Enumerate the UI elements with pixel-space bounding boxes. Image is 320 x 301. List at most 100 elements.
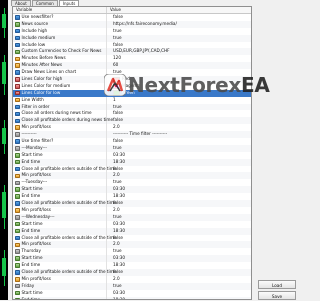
value-cell[interactable]: 03:30: [107, 152, 125, 159]
value-cell[interactable]: false: [107, 117, 123, 124]
table-row[interactable]: Close all profitable orders outside of t…: [13, 165, 251, 173]
save-button[interactable]: Save: [258, 291, 296, 300]
variable-name: Friday: [21, 282, 35, 288]
table-row[interactable]: Start time 03:30: [13, 255, 251, 263]
table-row[interactable]: Lines Color for medium Magenta: [13, 82, 251, 90]
value-cell[interactable]: 60: [107, 62, 118, 69]
value-cell[interactable]: 2.0: [107, 241, 120, 248]
value-cell[interactable]: 120: [107, 55, 121, 62]
value-cell[interactable]: 1: [107, 97, 116, 104]
value-cell[interactable]: true: [107, 214, 122, 221]
table-row[interactable]: ---Wednesday--- true: [13, 213, 251, 221]
value-cell[interactable]: Magenta: [107, 83, 140, 90]
bool-type-icon: [15, 111, 20, 117]
value-cell[interactable]: true: [107, 179, 122, 186]
table-row[interactable]: News source https://nfs.faireconomy.media…: [13, 20, 251, 28]
value-cell[interactable]: false: [107, 110, 123, 117]
value-cell[interactable]: 18:30: [107, 297, 125, 299]
table-row[interactable]: Include low false: [13, 41, 251, 49]
value-cell[interactable]: true: [107, 28, 122, 35]
table-row[interactable]: Close all profitable orders outside of t…: [13, 268, 251, 276]
value-cell[interactable]: 2.0: [107, 276, 120, 283]
value-cell[interactable]: false: [107, 235, 123, 242]
table-row[interactable]: End time 18:30: [13, 193, 251, 201]
value-cell[interactable]: false: [107, 166, 123, 173]
value-cell[interactable]: false: [107, 42, 123, 49]
table-row[interactable]: Close all profitable orders outside of t…: [13, 200, 251, 207]
table-row[interactable]: Lines Color for high Red: [13, 76, 251, 83]
table-row[interactable]: Start time 03:30: [13, 289, 251, 297]
value-cell[interactable]: 2.0: [107, 172, 120, 179]
table-row[interactable]: End time 18:30: [13, 158, 251, 166]
table-row[interactable]: Min profit/loss 2.0: [13, 275, 251, 283]
column-header-value[interactable]: Value: [107, 7, 251, 13]
load-button[interactable]: Load: [258, 280, 296, 289]
table-row[interactable]: Custom Currencies to Check For News USD,E…: [13, 48, 251, 56]
value-cell[interactable]: false: [107, 200, 123, 207]
table-row[interactable]: Include medium true: [13, 34, 251, 42]
column-header-variable[interactable]: Variable: [13, 7, 107, 13]
value-cell[interactable]: 18:30: [107, 159, 125, 166]
table-row[interactable]: End time 18:30: [13, 262, 251, 269]
value-cell[interactable]: true: [107, 104, 122, 111]
value-cell[interactable]: Green: [107, 90, 135, 97]
variable-cell: Include high: [13, 27, 107, 35]
table-row[interactable]: Min profit/loss 2.0: [13, 124, 251, 132]
variable-value: false: [113, 110, 123, 116]
table-row[interactable]: Draw News Lines on chart true: [13, 69, 251, 77]
table-row[interactable]: Close all profitable orders outside of t…: [13, 234, 251, 242]
value-cell[interactable]: true: [107, 35, 122, 42]
table-row[interactable]: Start time 03:30: [13, 151, 251, 159]
value-cell[interactable]: false: [107, 269, 123, 276]
table-row[interactable]: ---Tuesday--- true: [13, 179, 251, 187]
table-row[interactable]: End time 18:30: [13, 227, 251, 235]
value-cell[interactable]: false: [107, 138, 123, 145]
variable-name: Lines Color for medium: [21, 82, 71, 88]
text-type-icon: [15, 228, 20, 234]
variable-value: true: [113, 213, 122, 219]
value-cell[interactable]: true: [107, 69, 122, 76]
table-row[interactable]: ---Monday--- true: [13, 144, 251, 152]
variable-value: 120: [113, 55, 121, 61]
table-row[interactable]: Min profit/loss 2.0: [13, 172, 251, 180]
value-cell[interactable]: https://nfs.faireconomy.media/: [107, 21, 177, 28]
variable-cell: Include medium: [13, 34, 107, 42]
value-cell[interactable]: 18:30: [107, 262, 125, 269]
value-cell[interactable]: false: [107, 14, 123, 21]
table-row[interactable]: Start time 03:30: [13, 186, 251, 194]
value-cell[interactable]: 03:30: [107, 255, 125, 262]
table-row[interactable]: Filter in order true: [13, 103, 251, 111]
value-cell[interactable]: 03:30: [107, 290, 125, 297]
table-row[interactable]: Close all profitable orders during news …: [13, 117, 251, 125]
value-cell[interactable]: true: [107, 145, 122, 152]
table-row[interactable]: Line Width 1: [13, 96, 251, 104]
value-cell[interactable]: 2.0: [107, 124, 120, 131]
table-row[interactable]: Use time filter? false: [13, 138, 251, 145]
value-cell[interactable]: true: [107, 283, 122, 290]
table-row[interactable]: End time 18:30: [13, 296, 251, 299]
table-row[interactable]: Lines Color for low Green: [13, 89, 251, 97]
table-row[interactable]: Minutes Before News 120: [13, 55, 251, 63]
bool-type-icon: [15, 118, 20, 124]
value-cell[interactable]: 18:30: [107, 228, 125, 235]
value-cell[interactable]: 03:30: [107, 221, 125, 228]
table-row[interactable]: Min profit/loss 2.0: [13, 206, 251, 214]
table-row[interactable]: Minutes After News 60: [13, 62, 251, 70]
value-cell[interactable]: USD,EUR,GBP,JPY,CAD,CHF: [107, 48, 170, 55]
table-row[interactable]: Start time 03:30: [13, 220, 251, 228]
value-cell[interactable]: ---------- Time filter ----------: [107, 131, 167, 138]
table-row[interactable]: Min profit/loss 2.0: [13, 241, 251, 249]
table-row[interactable]: Close all orders during news time false: [13, 110, 251, 118]
value-cell[interactable]: Red: [107, 76, 130, 83]
table-row[interactable]: ---------- ---------- Time filter -------…: [13, 131, 251, 139]
value-cell[interactable]: 03:30: [107, 186, 125, 193]
value-cell[interactable]: 2.0: [107, 207, 120, 214]
variable-value: false: [113, 14, 123, 19]
table-row[interactable]: Use newsfilter? false: [13, 14, 251, 21]
variable-value: https://nfs.faireconomy.media/: [113, 20, 177, 26]
table-row[interactable]: Thursday true: [13, 248, 251, 256]
table-row[interactable]: Include high true: [13, 27, 251, 35]
table-row[interactable]: Friday true: [13, 282, 251, 290]
value-cell[interactable]: true: [107, 248, 122, 255]
value-cell[interactable]: 18:30: [107, 193, 125, 200]
